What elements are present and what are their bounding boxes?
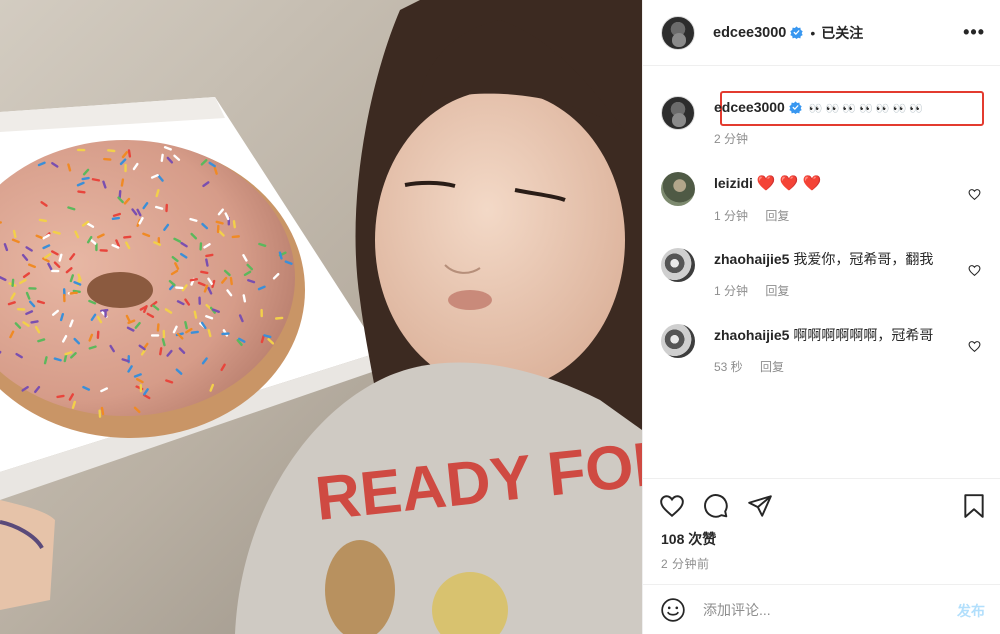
- author-username[interactable]: edcee3000: [713, 25, 786, 41]
- post-comment-button[interactable]: 发布: [957, 601, 985, 621]
- comments-list[interactable]: edcee3000 👀 👀 👀 👀 👀 👀 👀 2 分钟 leizidi ❤️ …: [643, 66, 1000, 478]
- follow-button[interactable]: 已关注: [821, 23, 863, 43]
- caption-author[interactable]: edcee3000: [714, 99, 785, 115]
- comment-icon[interactable]: [703, 493, 729, 519]
- photo-illustration: READY FOR: [0, 0, 642, 634]
- like-count[interactable]: 108 次赞: [661, 529, 716, 549]
- child-face: [375, 90, 625, 390]
- hand: [0, 500, 55, 610]
- post-time: 2 分钟前: [661, 557, 710, 571]
- reply-button[interactable]: 回复: [760, 360, 784, 374]
- bookmark-icon[interactable]: [961, 493, 987, 519]
- comment-time: 53 秒: [714, 360, 743, 374]
- comment-text: ❤️ ❤️ ❤️: [756, 175, 822, 192]
- author-avatar[interactable]: [661, 15, 695, 50]
- post-viewer: READY FOR edcee3000 • 已关注 ••• edcee3000 …: [0, 0, 1000, 634]
- caption-meta: 2 分钟: [714, 130, 969, 147]
- comment-meta: 1 分钟 回复: [714, 282, 969, 299]
- comment-composer: 发布: [643, 584, 1000, 634]
- emoji-icon[interactable]: [660, 597, 686, 623]
- comment-text: 啊啊啊啊啊啊，冠希哥: [793, 327, 934, 343]
- like-comment-heart-icon[interactable]: [968, 188, 981, 201]
- like-comment-heart-icon[interactable]: [968, 340, 981, 353]
- comment-author[interactable]: zhaohaijie5: [714, 327, 789, 343]
- post-photo[interactable]: READY FOR: [0, 0, 642, 634]
- like-comment-heart-icon[interactable]: [968, 264, 981, 277]
- comment-author[interactable]: zhaohaijie5: [714, 251, 789, 267]
- reply-button[interactable]: 回复: [765, 284, 789, 298]
- follow-separator: •: [810, 24, 816, 41]
- comment-text: 我爱你，冠希哥，翻我: [793, 251, 934, 267]
- commenter-avatar[interactable]: [661, 324, 695, 358]
- post-actions: 108 次赞 2 分钟前: [643, 478, 1000, 584]
- comment-meta: 1 分钟 回复: [714, 207, 969, 224]
- post-side-panel: edcee3000 • 已关注 ••• edcee3000 👀 👀 👀 👀 👀 …: [642, 0, 1000, 634]
- caption-text-line: edcee3000 👀 👀 👀 👀 👀 👀 👀: [714, 98, 969, 118]
- post-header: edcee3000 • 已关注 •••: [643, 0, 1000, 66]
- comment-time: 1 分钟: [714, 284, 749, 298]
- caption-author-avatar[interactable]: [661, 96, 695, 130]
- commenter-avatar[interactable]: [661, 172, 695, 206]
- comment-text-line: leizidi ❤️ ❤️ ❤️: [714, 174, 969, 193]
- reply-button[interactable]: 回复: [765, 209, 789, 223]
- comment-input[interactable]: [703, 600, 933, 620]
- caption-text: 👀 👀 👀 👀 👀 👀 👀: [808, 103, 923, 115]
- comment-text-line: zhaohaijie5 啊啊啊啊啊啊，冠希哥: [714, 326, 969, 344]
- heart-icon[interactable]: [659, 493, 685, 519]
- comment-meta: 53 秒 回复: [714, 358, 969, 375]
- comment-time: 1 分钟: [714, 209, 749, 223]
- more-options-icon[interactable]: •••: [963, 22, 985, 43]
- verified-badge-icon: [789, 101, 802, 114]
- comment-text-line: zhaohaijie5 我爱你，冠希哥，翻我: [714, 250, 969, 268]
- commenter-avatar[interactable]: [661, 248, 695, 282]
- comment-author[interactable]: leizidi: [714, 175, 753, 191]
- caption-time: 2 分钟: [714, 132, 749, 146]
- verified-badge-icon: [790, 26, 804, 39]
- share-icon[interactable]: [747, 493, 773, 519]
